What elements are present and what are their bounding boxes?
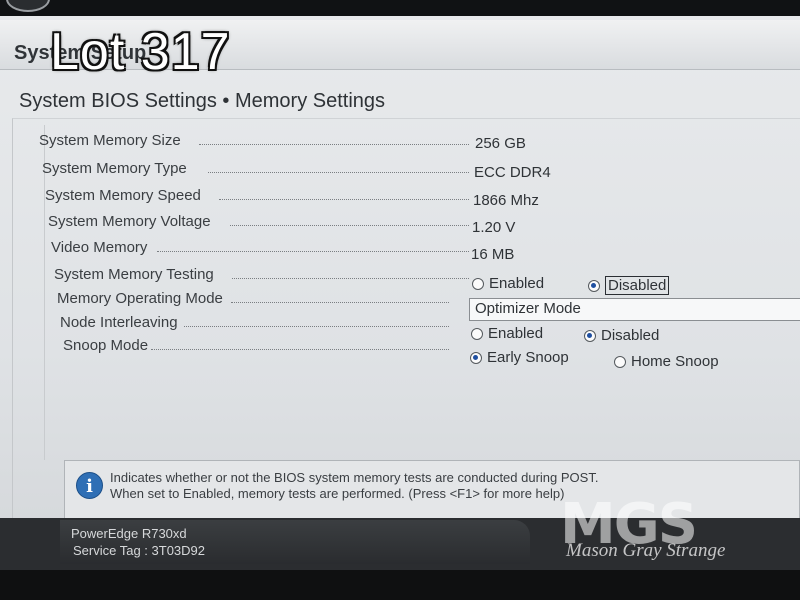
dot-leader xyxy=(232,278,469,279)
snoop-mode-early-radio[interactable]: Early Snoop xyxy=(470,349,569,366)
setting-row-video-memory: Video Memory xyxy=(51,239,469,261)
setting-row-snoop-mode: Snoop Mode xyxy=(63,337,449,359)
help-line: Indicates whether or not the BIOS system… xyxy=(110,470,599,485)
dot-leader xyxy=(219,199,469,200)
setting-label: System Memory Testing xyxy=(54,266,214,283)
power-button-icon xyxy=(6,0,50,12)
dot-leader xyxy=(199,144,469,145)
setting-row-node-interleaving: Node Interleaving xyxy=(60,314,449,336)
setting-row-memory-testing: System Memory Testing xyxy=(54,266,469,288)
setting-label: System Memory Type xyxy=(42,160,187,177)
radio-label: Disabled xyxy=(605,276,670,295)
dot-leader xyxy=(208,172,469,173)
radio-label: Disabled xyxy=(601,327,660,344)
service-tag: Service Tag : 3T03D92 xyxy=(73,543,205,558)
model-name: PowerEdge R730xd xyxy=(71,526,187,541)
memory-speed-value: 1866 Mhz xyxy=(473,192,539,209)
info-icon: i xyxy=(76,472,103,499)
radio-label: Enabled xyxy=(489,275,545,292)
node-interleaving-enabled-radio[interactable]: Enabled xyxy=(471,325,543,342)
radio-off-icon xyxy=(614,355,626,368)
video-memory-value: 16 MB xyxy=(471,246,515,263)
memory-operating-mode-select[interactable]: Optimizer Mode xyxy=(469,298,800,321)
monitor-bezel-bottom xyxy=(0,570,800,600)
dot-leader xyxy=(184,326,449,327)
radio-on-icon xyxy=(470,351,482,364)
radio-off-icon xyxy=(471,327,483,340)
setting-label: System Memory Size xyxy=(39,132,181,149)
setting-label: Snoop Mode xyxy=(63,337,149,354)
dot-leader xyxy=(231,302,449,303)
memory-testing-disabled-radio[interactable]: Disabled xyxy=(588,276,670,295)
setting-label: Node Interleaving xyxy=(60,314,178,331)
watermark-name: Mason Gray Strange xyxy=(566,540,726,561)
dot-leader xyxy=(157,251,469,252)
setting-row-memory-size: System Memory Size xyxy=(39,132,469,154)
radio-label: Early Snoop xyxy=(487,349,569,366)
setting-label: Video Memory xyxy=(51,239,148,256)
radio-on-icon xyxy=(584,329,596,342)
setting-row-operating-mode: Memory Operating Mode xyxy=(57,290,449,312)
radio-label: Home Snoop xyxy=(631,353,719,370)
radio-off-icon xyxy=(472,277,484,290)
dot-leader xyxy=(151,349,449,350)
page-title: System BIOS Settings • Memory Settings xyxy=(19,90,386,112)
setting-row-memory-voltage: System Memory Voltage xyxy=(48,213,469,235)
setting-row-memory-type: System Memory Type xyxy=(42,160,469,182)
setting-row-memory-speed: System Memory Speed xyxy=(45,187,469,209)
memory-testing-enabled-radio[interactable]: Enabled xyxy=(472,275,544,292)
memory-voltage-value: 1.20 V xyxy=(472,219,516,236)
radio-label: Enabled xyxy=(488,325,544,342)
setting-label: System Memory Speed xyxy=(45,187,201,204)
snoop-mode-home-radio[interactable]: Home Snoop xyxy=(614,353,719,370)
memory-type-value: ECC DDR4 xyxy=(474,164,551,181)
dot-leader xyxy=(230,225,469,226)
setting-label: Memory Operating Mode xyxy=(57,290,223,307)
node-interleaving-disabled-radio[interactable]: Disabled xyxy=(584,327,659,344)
setting-label: System Memory Voltage xyxy=(48,213,211,230)
memory-size-value: 256 GB xyxy=(475,135,526,152)
lot-number-overlay: Lot 317 xyxy=(50,23,231,81)
radio-on-icon xyxy=(588,279,600,292)
